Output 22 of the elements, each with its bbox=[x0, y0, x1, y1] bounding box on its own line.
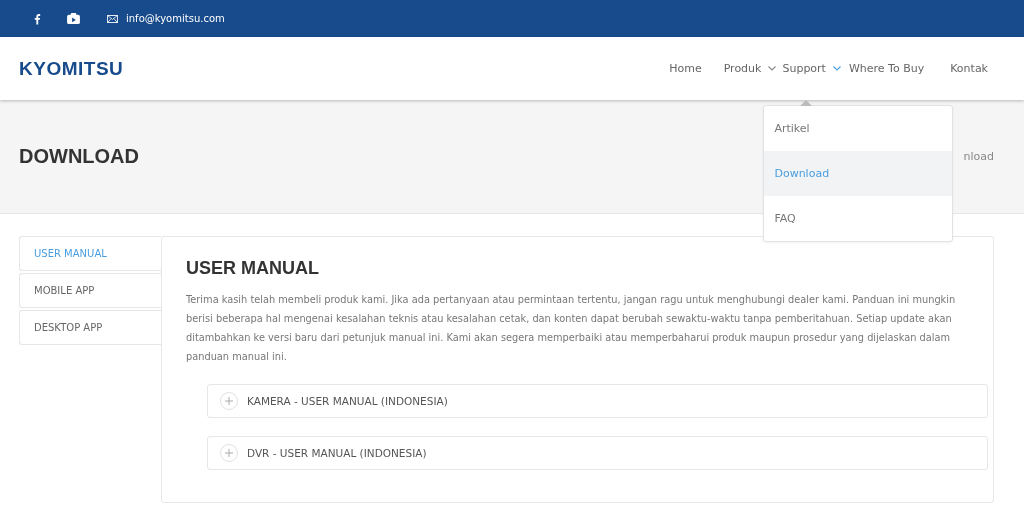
nav-link[interactable]: Support bbox=[782, 62, 826, 75]
chevron-down-icon[interactable] bbox=[832, 66, 841, 71]
menu-item[interactable]: Artikel bbox=[764, 106, 953, 151]
sidebar-tab[interactable]: MOBILE APP bbox=[19, 273, 161, 308]
accordion-item[interactable]: DVR - USER MANUAL (INDONESIA) bbox=[207, 436, 988, 470]
nav-link[interactable]: Kontak bbox=[950, 62, 988, 75]
accordion-item[interactable]: KAMERA - USER MANUAL (INDONESIA) bbox=[207, 384, 988, 418]
chevron-down-icon[interactable] bbox=[768, 66, 777, 71]
facebook-icon[interactable] bbox=[33, 12, 41, 25]
email-link[interactable]: info@kyomitsu.com bbox=[126, 13, 225, 24]
nav-link[interactable]: Where To Buy bbox=[848, 62, 925, 75]
mail-icon bbox=[107, 14, 118, 23]
section-title: USER MANUAL bbox=[186, 258, 320, 279]
page-title: DOWNLOAD bbox=[19, 145, 139, 168]
intro-paragraph: Terima kasih telah membeli produk kami. Jika ada pertanyaan atau permintaan tertentu, jangan ragu untuk menghubungi dealer kami. Panduan ini mungkin berisi beberapa hal mengenai kesalahan teknis atau kesalahan cetak, dan konten dapat berubah sewaktu-waktu tanpa pemberitahuan. Setiap update akan ditambahkan ke versi baru dari petunjuk manual ini. Kami akan segera memperbaiki atau memperbaharui produk maupun prosedur yang dijelaskan dalam panduan manual ini. bbox=[186, 293, 957, 364]
logo[interactable]: KYOMITSU bbox=[19, 57, 124, 80]
youtube-icon[interactable] bbox=[67, 13, 80, 24]
nav-link[interactable]: Home bbox=[669, 62, 702, 75]
menu-item[interactable]: FAQ bbox=[764, 196, 953, 241]
nav-link[interactable]: Produk bbox=[723, 62, 762, 75]
breadcrumb-link[interactable]: nload bbox=[963, 150, 994, 163]
sidebar-tab[interactable]: DESKTOP APP bbox=[19, 310, 161, 345]
